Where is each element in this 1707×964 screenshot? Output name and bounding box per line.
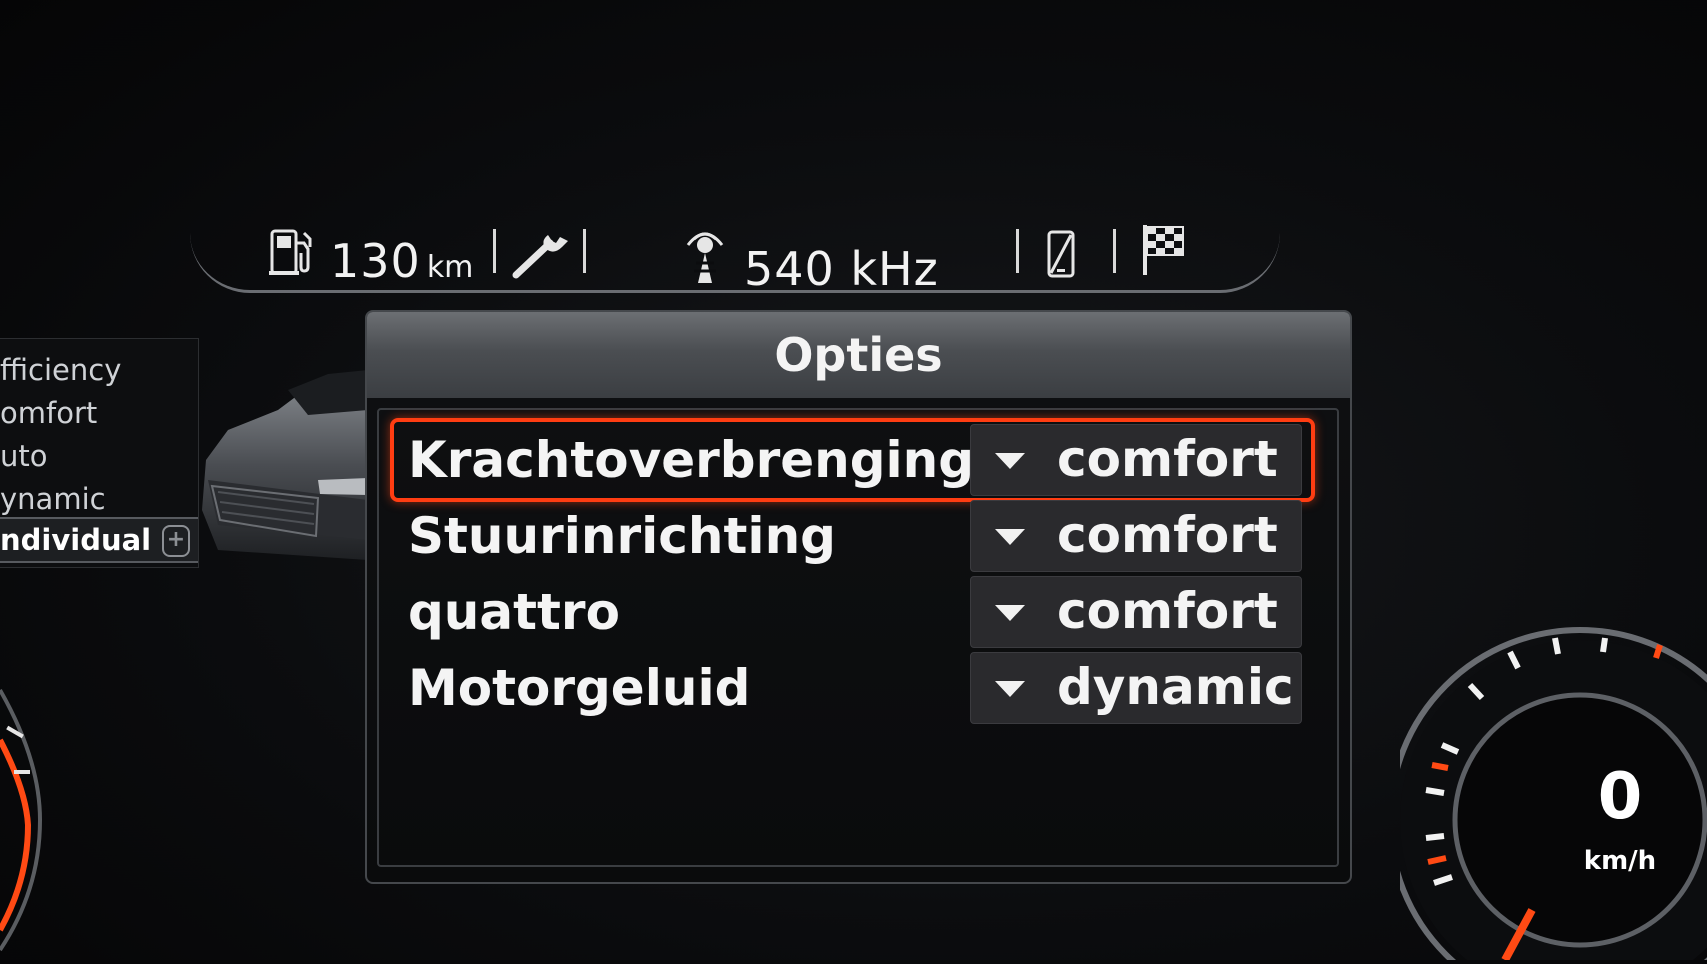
options-list: Krachtoverbrenging comfort Stuurinrichti…: [377, 408, 1339, 867]
checkered-flag-icon: [1140, 223, 1188, 281]
option-label: Stuurinrichting: [408, 507, 836, 565]
option-value-dropdown[interactable]: comfort: [970, 500, 1302, 572]
drive-mode-comfort[interactable]: omfort: [0, 392, 210, 434]
option-value-dropdown[interactable]: comfort: [970, 424, 1302, 496]
dropdown-arrow-icon: [995, 529, 1025, 545]
option-value: comfort: [1057, 506, 1278, 564]
separator: [1113, 229, 1116, 273]
separator: [493, 229, 496, 273]
panel-title: Opties: [367, 312, 1350, 398]
wrench-icon: [510, 231, 572, 285]
fuel-pump-icon: [268, 227, 316, 281]
option-row-krachtoverbrenging[interactable]: Krachtoverbrenging comfort: [390, 418, 1315, 502]
phone-icon: [1045, 229, 1079, 283]
option-value: comfort: [1057, 582, 1278, 640]
range-display: 130 km: [268, 227, 473, 288]
drive-mode-dynamic[interactable]: ynamic: [0, 478, 210, 520]
phone-indicator: [1045, 229, 1093, 283]
option-row-motorgeluid[interactable]: Motorgeluid dynamic: [394, 650, 1309, 726]
range-value: 130: [330, 234, 421, 288]
dropdown-arrow-icon: [995, 453, 1025, 469]
option-label: Krachtoverbrenging: [408, 431, 975, 489]
range-unit: km: [426, 250, 474, 285]
option-row-quattro[interactable]: quattro comfort: [394, 574, 1309, 650]
option-value-dropdown[interactable]: comfort: [970, 576, 1302, 648]
radio-display: 540 kHz: [680, 227, 939, 296]
option-row-stuurinrichting[interactable]: Stuurinrichting comfort: [394, 498, 1309, 574]
separator: [1016, 229, 1019, 273]
lap-timer-indicator: [1140, 223, 1202, 281]
service-indicator: [510, 231, 586, 285]
plus-icon: +: [162, 525, 190, 557]
radio-frequency: 540 kHz: [744, 242, 939, 296]
tachometer-gauge: [0, 650, 60, 960]
dropdown-arrow-icon: [995, 681, 1025, 697]
car-image: [198, 360, 368, 590]
separator: [583, 229, 586, 273]
speed-value: 0: [1597, 760, 1643, 834]
drive-mode-individual[interactable]: ndividual +: [0, 517, 198, 563]
option-value-dropdown[interactable]: dynamic: [970, 652, 1302, 724]
option-value: comfort: [1057, 430, 1278, 488]
option-label: Motorgeluid: [408, 659, 751, 717]
speed-unit: km/h: [1583, 846, 1657, 876]
status-bar: 130 km 540 kHz: [190, 205, 1280, 296]
options-panel: Opties Krachtoverbrenging comfort Stuuri…: [365, 310, 1352, 884]
drive-mode-efficiency[interactable]: fficiency: [0, 349, 210, 391]
option-value: dynamic: [1057, 658, 1294, 716]
option-label: quattro: [408, 583, 620, 641]
radio-antenna-icon: [680, 227, 730, 289]
drive-mode-individual-label: ndividual: [0, 523, 152, 557]
drive-mode-auto[interactable]: uto: [0, 435, 210, 477]
dropdown-arrow-icon: [995, 605, 1025, 621]
drive-select-list: fficiency omfort uto ynamic ndividual +: [0, 338, 199, 568]
